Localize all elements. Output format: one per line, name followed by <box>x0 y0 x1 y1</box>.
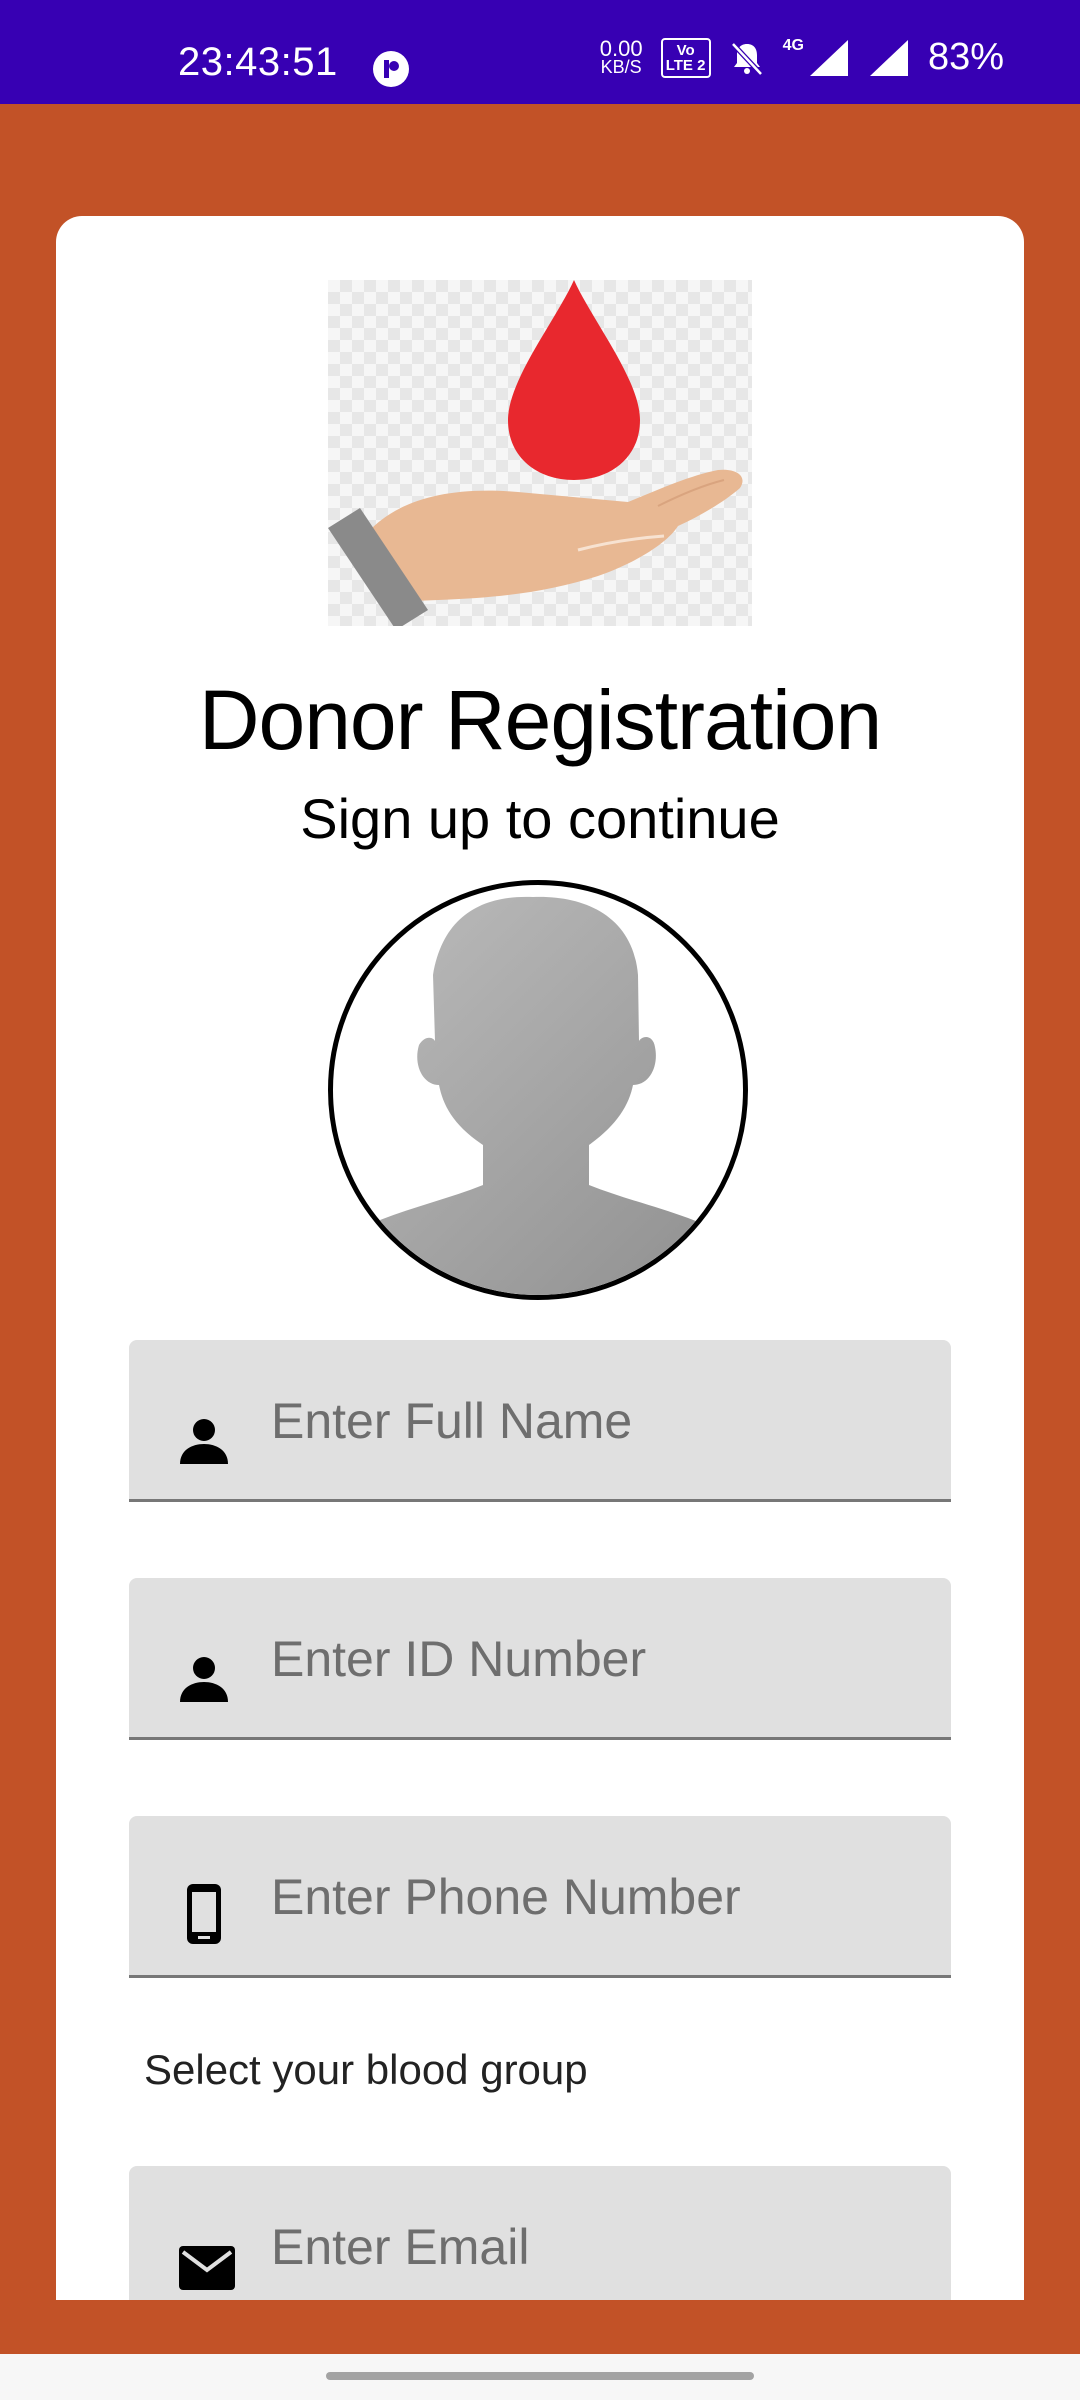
person-icon <box>180 1657 228 1702</box>
registration-card: Donor Registration Sign up to continue E… <box>56 216 1024 2300</box>
status-bar: 23:43:51 0.00 KB/S Vo LTE 2 4G 83% <box>0 0 1080 104</box>
gesture-nav-bar <box>0 2354 1080 2400</box>
blood-drop-hand-icon <box>328 280 743 630</box>
avatar-picker[interactable] <box>328 880 748 1300</box>
blood-group-label: Select your blood group <box>144 2046 588 2093</box>
network-speed: 0.00 KB/S <box>599 35 643 77</box>
email-placeholder: Enter Email <box>271 2219 530 2275</box>
app-notification-icon <box>373 51 409 87</box>
id-number-field[interactable]: Enter ID Number <box>129 1578 951 1740</box>
volte-icon: Vo LTE 2 <box>660 37 711 78</box>
page-title: Donor Registration <box>198 673 882 767</box>
phone-number-field[interactable]: Enter Phone Number <box>129 1816 951 1978</box>
network-type: 4G <box>782 36 804 54</box>
full-name-field[interactable]: Enter Full Name <box>129 1340 951 1502</box>
signal-icon <box>809 39 848 76</box>
status-icons: 0.00 KB/S Vo LTE 2 4G 83% <box>600 36 1004 79</box>
email-icon <box>179 2246 235 2290</box>
donor-logo <box>328 280 752 630</box>
email-field[interactable]: Enter Email <box>129 2166 951 2300</box>
home-gesture-handle[interactable] <box>326 2372 754 2380</box>
battery-percent: 83% <box>927 36 1004 78</box>
status-time: 23:43:51 <box>178 40 338 84</box>
full-name-placeholder: Enter Full Name <box>271 1393 633 1449</box>
phone-number-placeholder: Enter Phone Number <box>271 1869 741 1925</box>
phone-icon <box>187 1884 221 1944</box>
person-silhouette-icon <box>333 896 743 1295</box>
page-subtitle: Sign up to continue <box>300 787 780 850</box>
person-icon <box>180 1419 228 1464</box>
id-number-placeholder: Enter ID Number <box>271 1631 647 1687</box>
signal-icon-2 <box>869 39 908 76</box>
bell-muted-icon <box>730 41 763 76</box>
